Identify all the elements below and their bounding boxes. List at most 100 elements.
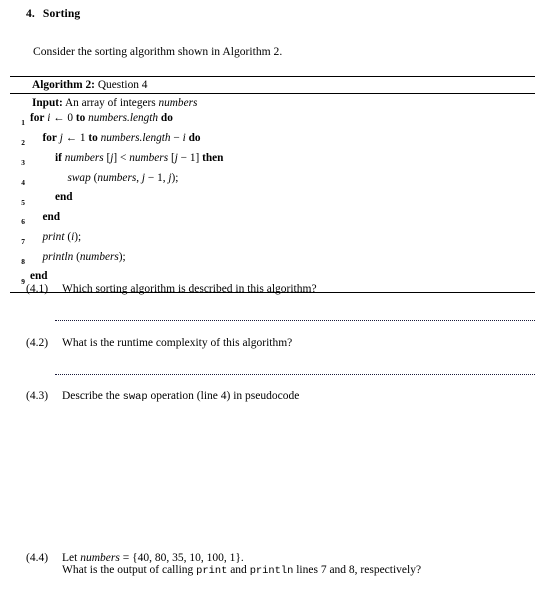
algorithm-line-code: for j ← 1 to numbers.length − i do bbox=[41, 131, 201, 147]
q44-l2-b: and bbox=[230, 564, 247, 576]
code-token: , bbox=[136, 171, 140, 184]
algorithm-line: 3 if numbers [j] < numbers [j − 1] then bbox=[10, 151, 535, 171]
answer-dotted-line-1[interactable] bbox=[55, 320, 535, 322]
code-token: print bbox=[42, 230, 65, 243]
algorithm-line-number: 5 bbox=[21, 197, 25, 207]
intro-paragraph: Consider the sorting algorithm shown in … bbox=[33, 45, 283, 58]
code-token: println bbox=[42, 250, 74, 263]
question-4-1: (4.1) Which sorting algorithm is describ… bbox=[26, 283, 317, 295]
code-token: ← 0 bbox=[53, 112, 74, 125]
question-4-2-label: (4.2) bbox=[26, 337, 49, 349]
algorithm-body: Input: An array of integers numbers 1 for… bbox=[10, 94, 535, 292]
q43-pre: Describe the bbox=[62, 390, 120, 402]
algorithm-line-code: swap (numbers, j − 1, j); bbox=[66, 171, 179, 187]
algorithm-line-code: print (i); bbox=[41, 230, 82, 246]
code-token: − bbox=[173, 131, 180, 144]
input-variable: numbers bbox=[158, 97, 198, 109]
code-token: j bbox=[141, 171, 146, 184]
algorithm-line: 1 for i ← 0 to numbers.length do bbox=[10, 111, 535, 131]
q44-println-code: println bbox=[249, 565, 294, 577]
question-4-4-text: Let numbers = {40, 80, 35, 10, 100, 1}. … bbox=[62, 552, 421, 577]
code-token: end bbox=[30, 270, 48, 283]
code-token: end bbox=[42, 211, 61, 224]
code-token: ] bbox=[113, 151, 118, 164]
algorithm-caption: Algorithm 2: Question 4 bbox=[10, 77, 535, 93]
code-token: swap bbox=[67, 171, 91, 184]
question-4-2-text: What is the runtime complexity of this a… bbox=[62, 337, 293, 349]
document-page: 4. Sorting Consider the sorting algorithm… bbox=[0, 0, 545, 602]
question-4-4: (4.4) Let numbers = {40, 80, 35, 10, 100… bbox=[26, 552, 421, 577]
algorithm-line-number: 8 bbox=[21, 256, 25, 266]
question-4-4-label: (4.4) bbox=[26, 552, 49, 564]
section-heading: 4. Sorting bbox=[26, 7, 80, 20]
algorithm-line-number: 2 bbox=[21, 138, 25, 148]
code-token: if bbox=[55, 151, 62, 164]
input-label: Input: bbox=[32, 97, 63, 109]
code-token: do bbox=[160, 112, 173, 125]
algorithm-block: Algorithm 2: Question 4 Input: An array … bbox=[10, 76, 535, 294]
algorithm-line-number: 4 bbox=[21, 177, 25, 187]
algorithm-line-code: println (numbers); bbox=[41, 250, 126, 266]
q44-line-1: Let numbers = {40, 80, 35, 10, 100, 1}. bbox=[62, 552, 421, 564]
algorithm-caption-rest: Question 4 bbox=[97, 79, 148, 91]
code-token: ); bbox=[171, 171, 179, 184]
input-description: An array of integers bbox=[64, 97, 156, 109]
algorithm-line: 8 println (numbers); bbox=[10, 250, 535, 270]
q44-l1-variable: numbers bbox=[80, 552, 120, 564]
algorithm-line-code: if numbers [j] < numbers [j − 1] then bbox=[53, 151, 223, 167]
algorithm-line: 2 for j ← 1 to numbers.length − i do bbox=[10, 131, 535, 151]
code-token: to bbox=[75, 112, 86, 125]
algorithm-line: 4 swap (numbers, j − 1, j); bbox=[10, 171, 535, 191]
question-4-1-text: Which sorting algorithm is described in … bbox=[62, 283, 317, 295]
answer-dotted-line-2[interactable] bbox=[55, 374, 535, 376]
question-4-3-text: Describe the swap operation (line 4) in … bbox=[62, 390, 299, 403]
algorithm-input-line: Input: An array of integers numbers bbox=[10, 96, 535, 111]
code-token: do bbox=[188, 131, 201, 144]
algorithm-line: 6 end bbox=[10, 210, 535, 230]
code-token: numbers bbox=[97, 171, 137, 184]
algorithm-line-number: 6 bbox=[21, 217, 25, 227]
code-token: numbers bbox=[79, 250, 119, 263]
q44-l2-c: lines 7 and 8, respectively? bbox=[296, 564, 422, 576]
algorithm-line: 5 end bbox=[10, 190, 535, 210]
code-token: then bbox=[202, 151, 224, 164]
code-token: numbers.length bbox=[100, 131, 171, 144]
question-4-3-label: (4.3) bbox=[26, 390, 49, 402]
code-token: numbers bbox=[64, 151, 104, 164]
algorithm-line-code: for i ← 0 to numbers.length do bbox=[28, 111, 173, 127]
q44-l1-pre: Let bbox=[62, 552, 78, 564]
q44-l2-a: What is the output of calling bbox=[62, 564, 194, 576]
code-token: < bbox=[119, 151, 127, 164]
code-token: end bbox=[55, 191, 73, 204]
q43-post: operation (line 4) in pseudocode bbox=[150, 390, 300, 402]
code-token: to bbox=[88, 131, 98, 144]
code-token: ← 1 bbox=[65, 131, 86, 144]
algorithm-code-lines: 1 for i ← 0 to numbers.length do 2 for j ← … bbox=[10, 111, 535, 289]
algorithm-caption-bold: Algorithm 2: bbox=[32, 79, 95, 91]
code-token: i bbox=[182, 131, 186, 144]
code-token: − 1, bbox=[147, 171, 166, 184]
code-token: i bbox=[47, 112, 51, 125]
question-4-3: (4.3) Describe the swap operation (line … bbox=[26, 390, 299, 403]
algorithm-line-number: 3 bbox=[21, 157, 25, 167]
question-4-1-label: (4.1) bbox=[26, 283, 49, 295]
code-token: ); bbox=[118, 250, 126, 263]
algorithm-line-number: 7 bbox=[21, 237, 25, 247]
algorithm-line: 7 print (i); bbox=[10, 230, 535, 250]
q43-swap-code: swap bbox=[122, 391, 148, 403]
question-4-2: (4.2) What is the runtime complexity of … bbox=[26, 337, 292, 349]
algorithm-line-code: end bbox=[41, 210, 61, 226]
algorithm-line-code: end bbox=[53, 190, 73, 206]
code-token: ); bbox=[74, 230, 82, 243]
code-token: − 1] bbox=[180, 151, 200, 164]
code-token: j bbox=[174, 151, 178, 164]
code-token: for bbox=[42, 131, 57, 144]
q44-line-2: What is the output of calling print and … bbox=[62, 564, 421, 577]
algorithm-line-number: 1 bbox=[21, 118, 25, 128]
q44-l1-post: = {40, 80, 35, 10, 100, 1}. bbox=[122, 552, 244, 564]
code-token: for bbox=[30, 112, 45, 125]
section-title: Sorting bbox=[42, 7, 81, 20]
q44-print-code: print bbox=[196, 565, 228, 577]
section-number: 4. bbox=[26, 7, 35, 20]
code-token: numbers bbox=[129, 151, 169, 164]
